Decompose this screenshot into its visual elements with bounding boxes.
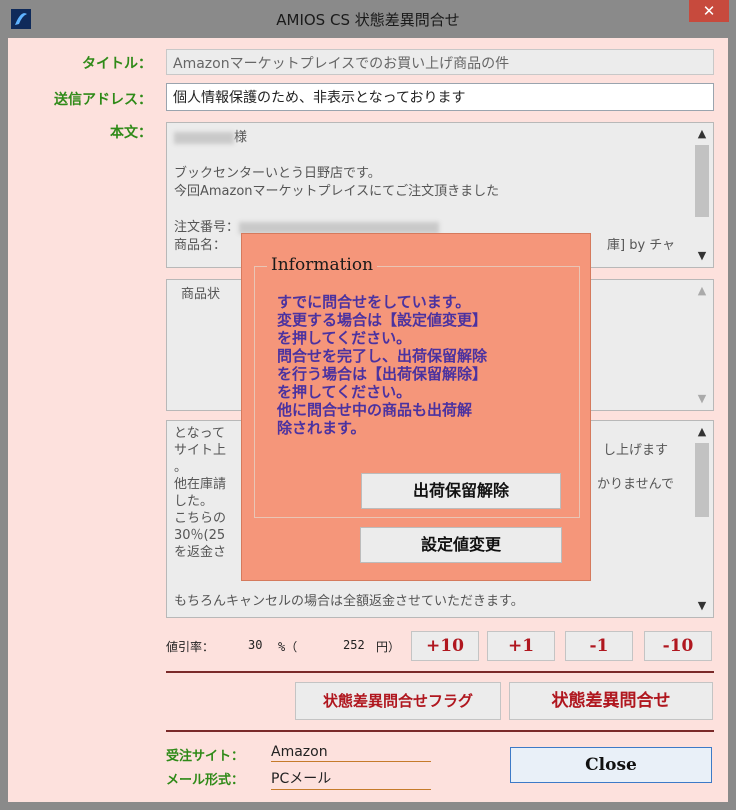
body-label: 本文： (110, 125, 152, 141)
plus-1-button[interactable]: +1 (487, 631, 555, 661)
condition-text: 商品状 (181, 287, 221, 302)
body-line-1: ブックセンターいとう日野店です。 (174, 166, 381, 181)
message-line-2: サイト上 (174, 443, 227, 458)
divider-top (166, 671, 714, 673)
close-button[interactable]: Close (510, 747, 712, 783)
scroll-up-arrow-icon[interactable]: ▲ (691, 282, 713, 300)
message-line-6: こちらの (174, 511, 227, 526)
condition-scrollbar[interactable]: ▲ ▼ (691, 280, 713, 410)
information-dialog: Information すでに問合せをしています。 変更する場合は【設定値変更】… (241, 233, 591, 581)
body-line-sama: 様 (174, 129, 247, 146)
scroll-up-arrow-icon[interactable]: ▲ (691, 125, 713, 143)
body-product-suffix: 庫] by チャ (607, 238, 676, 253)
message-line: 他に問合せ中の商品も出荷解 (277, 401, 473, 419)
information-group: Information すでに問合せをしています。 変更する場合は【設定値変更】… (254, 255, 580, 518)
message-line-2-right: し上げます (603, 443, 669, 458)
message-line: 除されます。 (277, 419, 366, 437)
message-line-1: となって (174, 426, 225, 441)
redacted-name (174, 131, 234, 144)
address-field[interactable]: 個人情報保護のため、非表示となっております (166, 83, 714, 111)
body-scrollbar[interactable]: ▲ ▼ (691, 123, 713, 267)
mail-format-value: PCメール (271, 768, 431, 790)
scroll-thumb[interactable] (695, 145, 709, 217)
message-line: すでに問合せをしています。 (277, 293, 471, 311)
change-settings-button[interactable]: 設定値変更 (360, 527, 562, 563)
site-label: 受注サイト： (166, 749, 245, 764)
body-line-2: 今回Amazonマーケットプレイスにてご注文頂きました (174, 184, 500, 199)
message-line-7: 30％(25 (174, 528, 226, 543)
information-message: すでに問合せをしています。 変更する場合は【設定値変更】 を押してください。 問… (277, 293, 577, 437)
message-line-4-right: かりませんで (597, 477, 674, 492)
window-close-button[interactable]: ✕ (689, 0, 729, 22)
message-last-line: もちろんキャンセルの場合は全額返金させていただきます。 (174, 594, 524, 609)
scroll-thumb[interactable] (695, 443, 709, 517)
title-bar: AMIOS CS 状態差異問合せ ✕ (0, 0, 736, 38)
divider-bottom (166, 730, 714, 732)
minus-10-button[interactable]: -10 (644, 631, 712, 661)
address-label: 送信アドレス： (54, 92, 152, 108)
minus-1-button[interactable]: -1 (565, 631, 633, 661)
window-title: AMIOS CS 状態差異問合せ (276, 11, 460, 29)
discount-yen-unit: 円） (376, 640, 401, 654)
site-value: Amazon (271, 744, 431, 762)
title-label: タイトル： (82, 56, 152, 72)
message-line: を押してください。 (277, 383, 412, 401)
scroll-down-arrow-icon[interactable]: ▼ (691, 390, 713, 408)
message-line: を行う場合は【出荷保留解除】 (277, 365, 488, 383)
message-line: 変更する場合は【設定値変更】 (277, 311, 488, 329)
message-line: 問合せを完了し、出荷保留解除 (277, 347, 488, 365)
plus-10-button[interactable]: +10 (411, 631, 479, 661)
app-window: AMIOS CS 状態差異問合せ ✕ タイトル： Amazonマーケットプレイス… (0, 0, 736, 810)
discount-percent-unit: %（ (278, 640, 298, 654)
body-product-line: 商品名： (174, 238, 227, 253)
release-hold-button[interactable]: 出荷保留解除 (361, 473, 561, 509)
message-line-4: 他在庫請 (174, 477, 227, 492)
message-line: を押してください。 (277, 329, 412, 347)
message-line-5: した。 (174, 494, 214, 509)
discount-percent: 30 (248, 638, 263, 652)
inquiry-flag-button[interactable]: 状態差異問合せフラグ (295, 682, 501, 720)
scroll-up-arrow-icon[interactable]: ▲ (691, 423, 713, 441)
message-line-8: を返金さ (174, 545, 227, 560)
title-field[interactable]: Amazonマーケットプレイスでのお買い上げ商品の件 (166, 49, 714, 75)
inquiry-button[interactable]: 状態差異問合せ (509, 682, 713, 720)
mail-format-label: メール形式： (166, 773, 245, 788)
scroll-down-arrow-icon[interactable]: ▼ (691, 247, 713, 265)
message-scrollbar[interactable]: ▲ ▼ (691, 421, 713, 617)
information-title: Information (267, 255, 378, 275)
scroll-down-arrow-icon[interactable]: ▼ (691, 597, 713, 615)
discount-label: 値引率： (166, 640, 215, 654)
message-line-3: 。 (174, 460, 188, 475)
discount-yen: 252 (343, 638, 365, 652)
redacted-order-number (239, 221, 440, 234)
